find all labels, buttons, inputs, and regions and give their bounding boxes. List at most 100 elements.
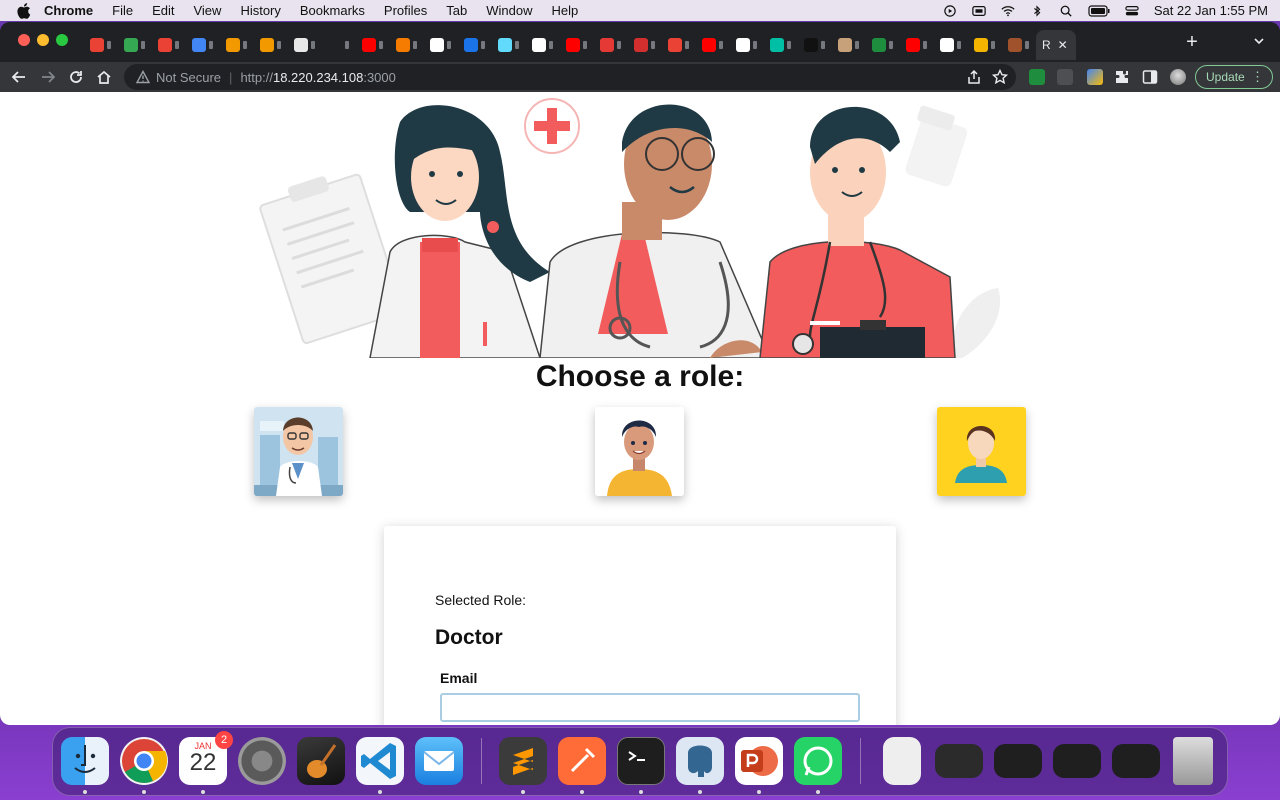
bluetooth-icon[interactable]: [1030, 4, 1044, 17]
browser-tab[interactable]: [356, 30, 390, 60]
menu-bookmarks[interactable]: Bookmarks: [300, 3, 365, 18]
browser-tab[interactable]: [1002, 30, 1036, 60]
chrome-dock-icon[interactable]: [120, 737, 168, 785]
extension-grid-icon[interactable]: [1057, 69, 1073, 85]
tab-favicon-icon: [736, 38, 750, 52]
vscode-icon[interactable]: [356, 737, 404, 785]
forward-button[interactable]: [38, 67, 58, 87]
browser-toolbar: Not Secure | http://18.220.234.108:3000 …: [0, 62, 1280, 92]
system-preferences-icon[interactable]: [238, 737, 286, 785]
zoom-window-button[interactable]: [56, 34, 68, 46]
update-button[interactable]: Update ⋮: [1195, 65, 1273, 89]
menu-profiles[interactable]: Profiles: [384, 3, 427, 18]
terminal-icon[interactable]: [617, 737, 665, 785]
browser-tab[interactable]: [424, 30, 458, 60]
email-field[interactable]: [440, 693, 860, 722]
browser-tab[interactable]: [628, 30, 662, 60]
extension-colorful-icon[interactable]: [1087, 69, 1103, 85]
browser-tab[interactable]: [764, 30, 798, 60]
browser-tab[interactable]: [934, 30, 968, 60]
document-stack-icon[interactable]: [883, 737, 921, 785]
browser-tab[interactable]: [390, 30, 424, 60]
menu-tab[interactable]: Tab: [446, 3, 467, 18]
window-thumbnail-powerpoint[interactable]: [935, 744, 983, 778]
share-icon[interactable]: [966, 69, 982, 85]
control-center-icon[interactable]: [1125, 5, 1139, 17]
browser-tab[interactable]: [152, 30, 186, 60]
extension-check-icon[interactable]: [1029, 69, 1045, 85]
menu-clock[interactable]: Sat 22 Jan 1:55 PM: [1154, 3, 1268, 18]
role-card-user[interactable]: [937, 407, 1026, 496]
trash-icon[interactable]: [1173, 737, 1213, 785]
tab-title-fragment: [243, 41, 247, 49]
menu-app-name[interactable]: Chrome: [44, 3, 93, 18]
browser-tab[interactable]: [900, 30, 934, 60]
display-icon[interactable]: [972, 5, 986, 17]
security-indicator[interactable]: Not Secure: [156, 70, 221, 85]
minimize-window-button[interactable]: [37, 34, 49, 46]
menu-file[interactable]: File: [112, 3, 133, 18]
powerpoint-icon[interactable]: [735, 737, 783, 785]
browser-tab[interactable]: [662, 30, 696, 60]
search-icon[interactable]: [1059, 5, 1073, 17]
close-tab-icon[interactable]: ✕: [1058, 38, 1068, 52]
browser-tab[interactable]: [696, 30, 730, 60]
mail-icon[interactable]: [415, 737, 463, 785]
new-tab-button[interactable]: +: [1182, 31, 1202, 54]
role-card-patient[interactable]: [595, 407, 684, 496]
pgadmin-icon[interactable]: [676, 737, 724, 785]
browser-tab[interactable]: [458, 30, 492, 60]
browser-tab[interactable]: [866, 30, 900, 60]
url-host: 18.220.234.108: [272, 69, 364, 85]
browser-tab[interactable]: [526, 30, 560, 60]
more-menu-icon[interactable]: ⋮: [1251, 69, 1264, 85]
browser-tab[interactable]: [288, 30, 322, 60]
browser-tab[interactable]: [322, 30, 356, 60]
browser-tab[interactable]: [186, 30, 220, 60]
browser-tab[interactable]: [118, 30, 152, 60]
whatsapp-icon[interactable]: [794, 737, 842, 785]
browser-tab[interactable]: [560, 30, 594, 60]
calendar-icon[interactable]: JAN 22 2: [179, 731, 233, 785]
menu-edit[interactable]: Edit: [152, 3, 174, 18]
browser-tab[interactable]: [594, 30, 628, 60]
window-thumbnail-whatsapp[interactable]: [1053, 744, 1101, 778]
apple-menu-icon[interactable]: [16, 2, 32, 19]
home-button[interactable]: [94, 67, 114, 87]
profile-avatar[interactable]: [1170, 69, 1186, 85]
menu-history[interactable]: History: [240, 3, 280, 18]
screen-record-icon[interactable]: [943, 4, 957, 17]
back-button[interactable]: [9, 67, 29, 87]
close-window-button[interactable]: [18, 34, 30, 46]
browser-tab[interactable]: [492, 30, 526, 60]
menu-view[interactable]: View: [193, 3, 221, 18]
warning-triangle-icon[interactable]: [136, 70, 150, 84]
tab-title-fragment: [855, 41, 859, 49]
side-panel-icon[interactable]: [1142, 69, 1158, 85]
extensions-puzzle-icon[interactable]: [1114, 69, 1130, 85]
address-bar[interactable]: Not Secure | http://18.220.234.108:3000: [124, 64, 1016, 90]
browser-tab[interactable]: [730, 30, 764, 60]
window-thumbnail-vscode[interactable]: [994, 744, 1042, 778]
browser-tab[interactable]: [84, 30, 118, 60]
menu-help[interactable]: Help: [552, 3, 579, 18]
reload-button[interactable]: [66, 67, 86, 87]
active-tab[interactable]: R ✕: [1036, 30, 1076, 60]
menu-window[interactable]: Window: [486, 3, 532, 18]
postman-icon[interactable]: [558, 737, 606, 785]
browser-tab[interactable]: [832, 30, 866, 60]
browser-tab[interactable]: [220, 30, 254, 60]
sublime-text-icon[interactable]: [499, 737, 547, 785]
window-thumbnail-code[interactable]: [1112, 744, 1160, 778]
wifi-icon[interactable]: [1001, 5, 1015, 17]
finder-icon[interactable]: [61, 737, 109, 785]
bookmark-star-icon[interactable]: [992, 69, 1008, 85]
browser-tab[interactable]: [968, 30, 1002, 60]
battery-icon[interactable]: [1088, 4, 1110, 17]
garageband-icon[interactable]: [297, 737, 345, 785]
tab-title-fragment: [957, 41, 961, 49]
role-card-doctor[interactable]: [254, 407, 343, 496]
browser-tab[interactable]: [254, 30, 288, 60]
browser-tab[interactable]: [798, 30, 832, 60]
tab-search-chevron-icon[interactable]: [1252, 34, 1266, 48]
